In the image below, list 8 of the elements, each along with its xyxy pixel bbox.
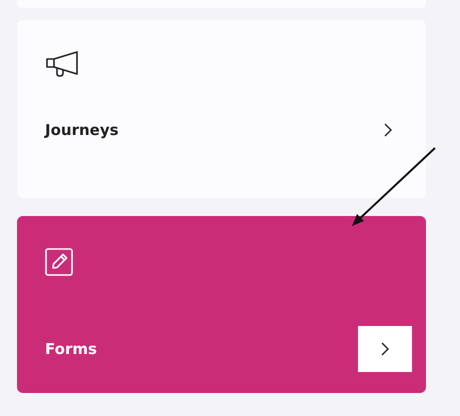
edit-icon	[45, 248, 73, 276]
megaphone-icon	[45, 50, 81, 78]
card-title: Journeys	[45, 121, 119, 139]
chevron-right-icon	[383, 123, 393, 137]
card-title: Forms	[45, 340, 97, 358]
menu-card[interactable]: Forms	[17, 216, 426, 393]
menu-card[interactable]: Journeys	[17, 20, 426, 198]
chevron-right-icon	[380, 342, 390, 356]
